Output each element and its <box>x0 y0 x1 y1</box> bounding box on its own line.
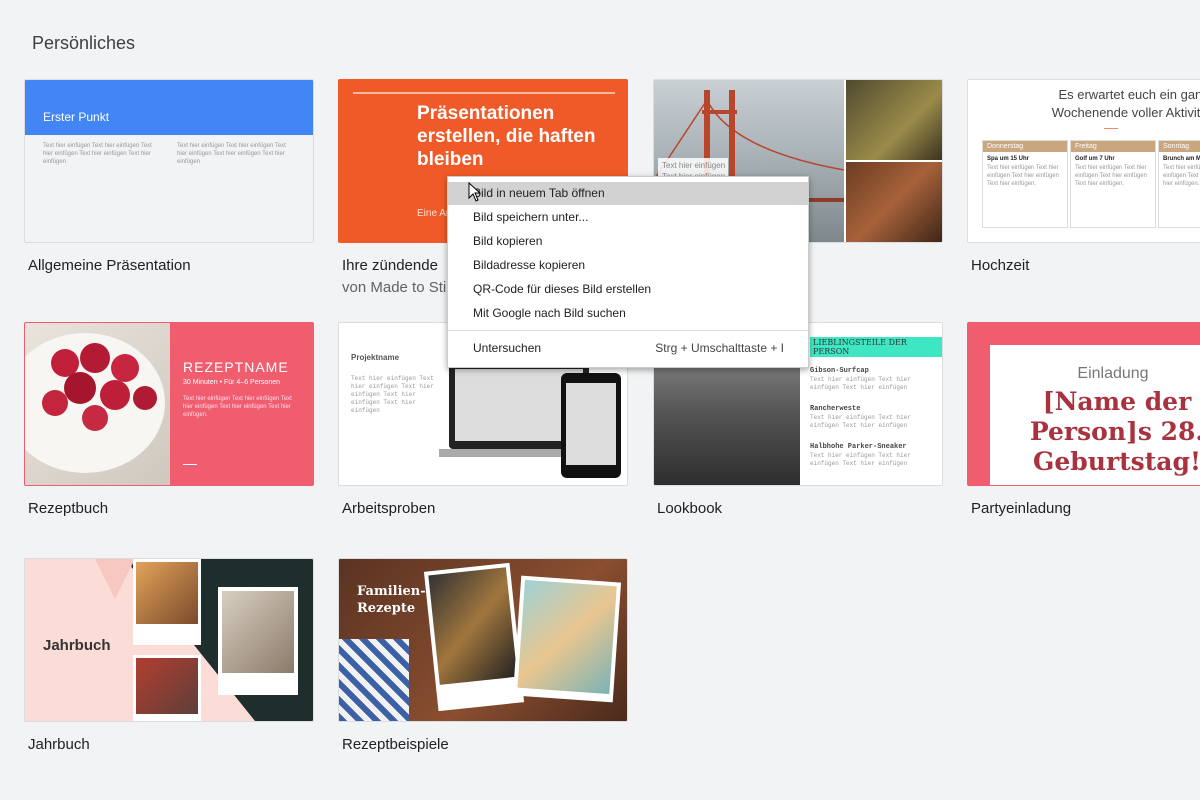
template-name[interactable]: Rezeptbeispiele <box>342 736 628 753</box>
day-title: Brunch am M <box>1163 156 1200 162</box>
slide-body-text: Text hier einfügen Text hier einfügen Te… <box>43 143 152 165</box>
food-photo <box>846 162 942 242</box>
day-heading: Sonntag <box>1159 141 1200 152</box>
raspberry-photo <box>25 323 170 485</box>
item-text: Text hier einfügen Text hier einfügen Te… <box>810 376 911 391</box>
template-name[interactable]: Lookbook <box>657 500 943 517</box>
recipe-meta: 30 Minuten • Für 4–6 Personen <box>183 379 281 386</box>
slide-footer: Eine Ar <box>417 208 450 219</box>
item-name: Gibson-Surfcap <box>810 367 869 375</box>
template-card-rezeptbeispiele[interactable]: Familien-Rezepte Rezeptbeispiele <box>338 558 628 753</box>
menu-item-copy-image-address[interactable]: Bildadresse kopieren <box>448 254 808 277</box>
raspberry-bowl-icon <box>25 333 165 473</box>
menu-item-search-google-image[interactable]: Mit Google nach Bild suchen <box>448 302 808 325</box>
slide-headline: Präsentationen erstellen, die haften ble… <box>417 103 596 170</box>
invitation-big: [Name der Person]s 28. Geburtstag! <box>1029 387 1200 476</box>
template-thumbnail[interactable]: Einladung [Name der Person]s 28. Geburts… <box>967 322 1200 486</box>
template-card-rezeptbuch[interactable]: REZEPTNAME 30 Minuten • Für 4–6 Personen… <box>24 322 314 517</box>
item-text: Text hier einfügen Text hier einfügen Te… <box>810 414 911 429</box>
menu-item-inspect[interactable]: Untersuchen Strg + Umschalttaste + I <box>448 337 808 360</box>
devices-icon <box>439 363 621 478</box>
food-photo-1 <box>423 562 525 712</box>
template-name[interactable]: Allgemeine Präsentation <box>28 257 314 274</box>
template-thumbnail[interactable]: Erster Punkt Text hier einfügen Text hie… <box>24 79 314 243</box>
template-thumbnail[interactable]: REZEPTNAME 30 Minuten • Für 4–6 Personen… <box>24 322 314 486</box>
template-thumbnail[interactable]: Jahrbuch <box>24 558 314 722</box>
template-card-partyeinladung[interactable]: Einladung [Name der Person]s 28. Geburts… <box>967 322 1200 517</box>
template-card-allgemeine-praesentation[interactable]: Erster Punkt Text hier einfügen Text hie… <box>24 79 314 274</box>
template-name[interactable]: Partyeinladung <box>971 500 1200 517</box>
menu-item-shortcut: Strg + Umschalttaste + I <box>655 341 784 355</box>
tablecloth <box>339 639 409 721</box>
project-body: Text hier einfügen Text hier einfügen Te… <box>351 375 434 414</box>
recipe-title: REZEPTNAME <box>183 359 289 375</box>
menu-separator <box>448 330 808 331</box>
mouse-cursor-icon <box>468 182 482 202</box>
template-name[interactable]: Arbeitsproben <box>342 500 628 517</box>
template-name[interactable]: Hochzeit <box>971 257 1200 274</box>
item-name: Halbhohe Parker-Sneaker <box>810 443 907 451</box>
item-text: Text hier einfügen Text hier einfügen Te… <box>810 452 911 467</box>
item-name: Rancherweste <box>810 405 861 413</box>
lookbook-title: LIEBLINGSTEILE DER PERSON <box>810 337 942 357</box>
day-column: Donnerstag Spa um 15 Uhr Text hier einfü… <box>982 140 1068 228</box>
day-text: Text hier einfügen Text hier einfügen Te… <box>1075 165 1147 187</box>
slide-header-text: Erster Punkt <box>43 110 110 124</box>
caption-text: Text hier einfügen <box>662 161 726 170</box>
polaroid-2 <box>133 655 201 721</box>
template-card-hochzeit[interactable]: Es erwartet euch ein ganzes Wochenende v… <box>967 79 1200 274</box>
leaf-photo <box>846 80 942 160</box>
recipe-body: Text hier einfügen Text hier einfügen Te… <box>183 396 292 418</box>
menu-item-label: Untersuchen <box>473 341 542 355</box>
template-card-jahrbuch[interactable]: Jahrbuch Jahrbuch <box>24 558 314 753</box>
polaroid-3 <box>218 587 298 695</box>
invitation-small: Einladung <box>1077 365 1149 382</box>
day-text: Text hier einfügen Text hier einfügen Te… <box>987 165 1059 187</box>
template-name[interactable]: Rezeptbuch <box>28 500 314 517</box>
slide-rule <box>353 92 615 94</box>
slide-body-text-2: Text hier einfügen Text hier einfügen Te… <box>177 143 286 165</box>
day-column: Freitag Golf um 7 Uhr Text hier einfügen… <box>1070 140 1156 228</box>
day-column: Sonntag Brunch am M Text hier einfügen T… <box>1158 140 1200 228</box>
menu-item-save-image-as[interactable]: Bild speichern unter... <box>448 206 808 229</box>
section-title: Persönliches <box>32 33 136 53</box>
template-name[interactable]: Jahrbuch <box>28 736 314 753</box>
slide-headline: Es erwartet euch ein ganzes Wochenende v… <box>1051 87 1200 120</box>
menu-item-create-qr-code[interactable]: QR-Code für dieses Bild erstellen <box>448 278 808 301</box>
food-photo-2 <box>512 575 622 703</box>
day-title: Golf um 7 Uhr <box>1075 156 1115 162</box>
day-heading: Freitag <box>1071 141 1155 152</box>
menu-item-open-image-new-tab[interactable]: Bild in neuem Tab öffnen <box>448 182 808 205</box>
template-thumbnail[interactable]: Familien-Rezepte <box>338 558 628 722</box>
day-heading: Donnerstag <box>983 141 1067 152</box>
context-menu: Bild in neuem Tab öffnen Bild speichern … <box>447 176 809 368</box>
menu-item-copy-image[interactable]: Bild kopieren <box>448 230 808 253</box>
yearbook-title: Jahrbuch <box>43 637 111 654</box>
polaroid-1 <box>133 559 201 645</box>
day-title: Spa um 15 Uhr <box>987 156 1030 162</box>
slide-header-bar <box>25 80 313 135</box>
template-thumbnail[interactable]: Es erwartet euch ein ganzes Wochenende v… <box>967 79 1200 243</box>
day-text: Text hier einfügen Text hier einfügen Te… <box>1163 165 1200 187</box>
project-title: Projektname <box>351 353 400 362</box>
slide-rule <box>183 464 197 465</box>
slide-rule <box>1104 128 1118 129</box>
